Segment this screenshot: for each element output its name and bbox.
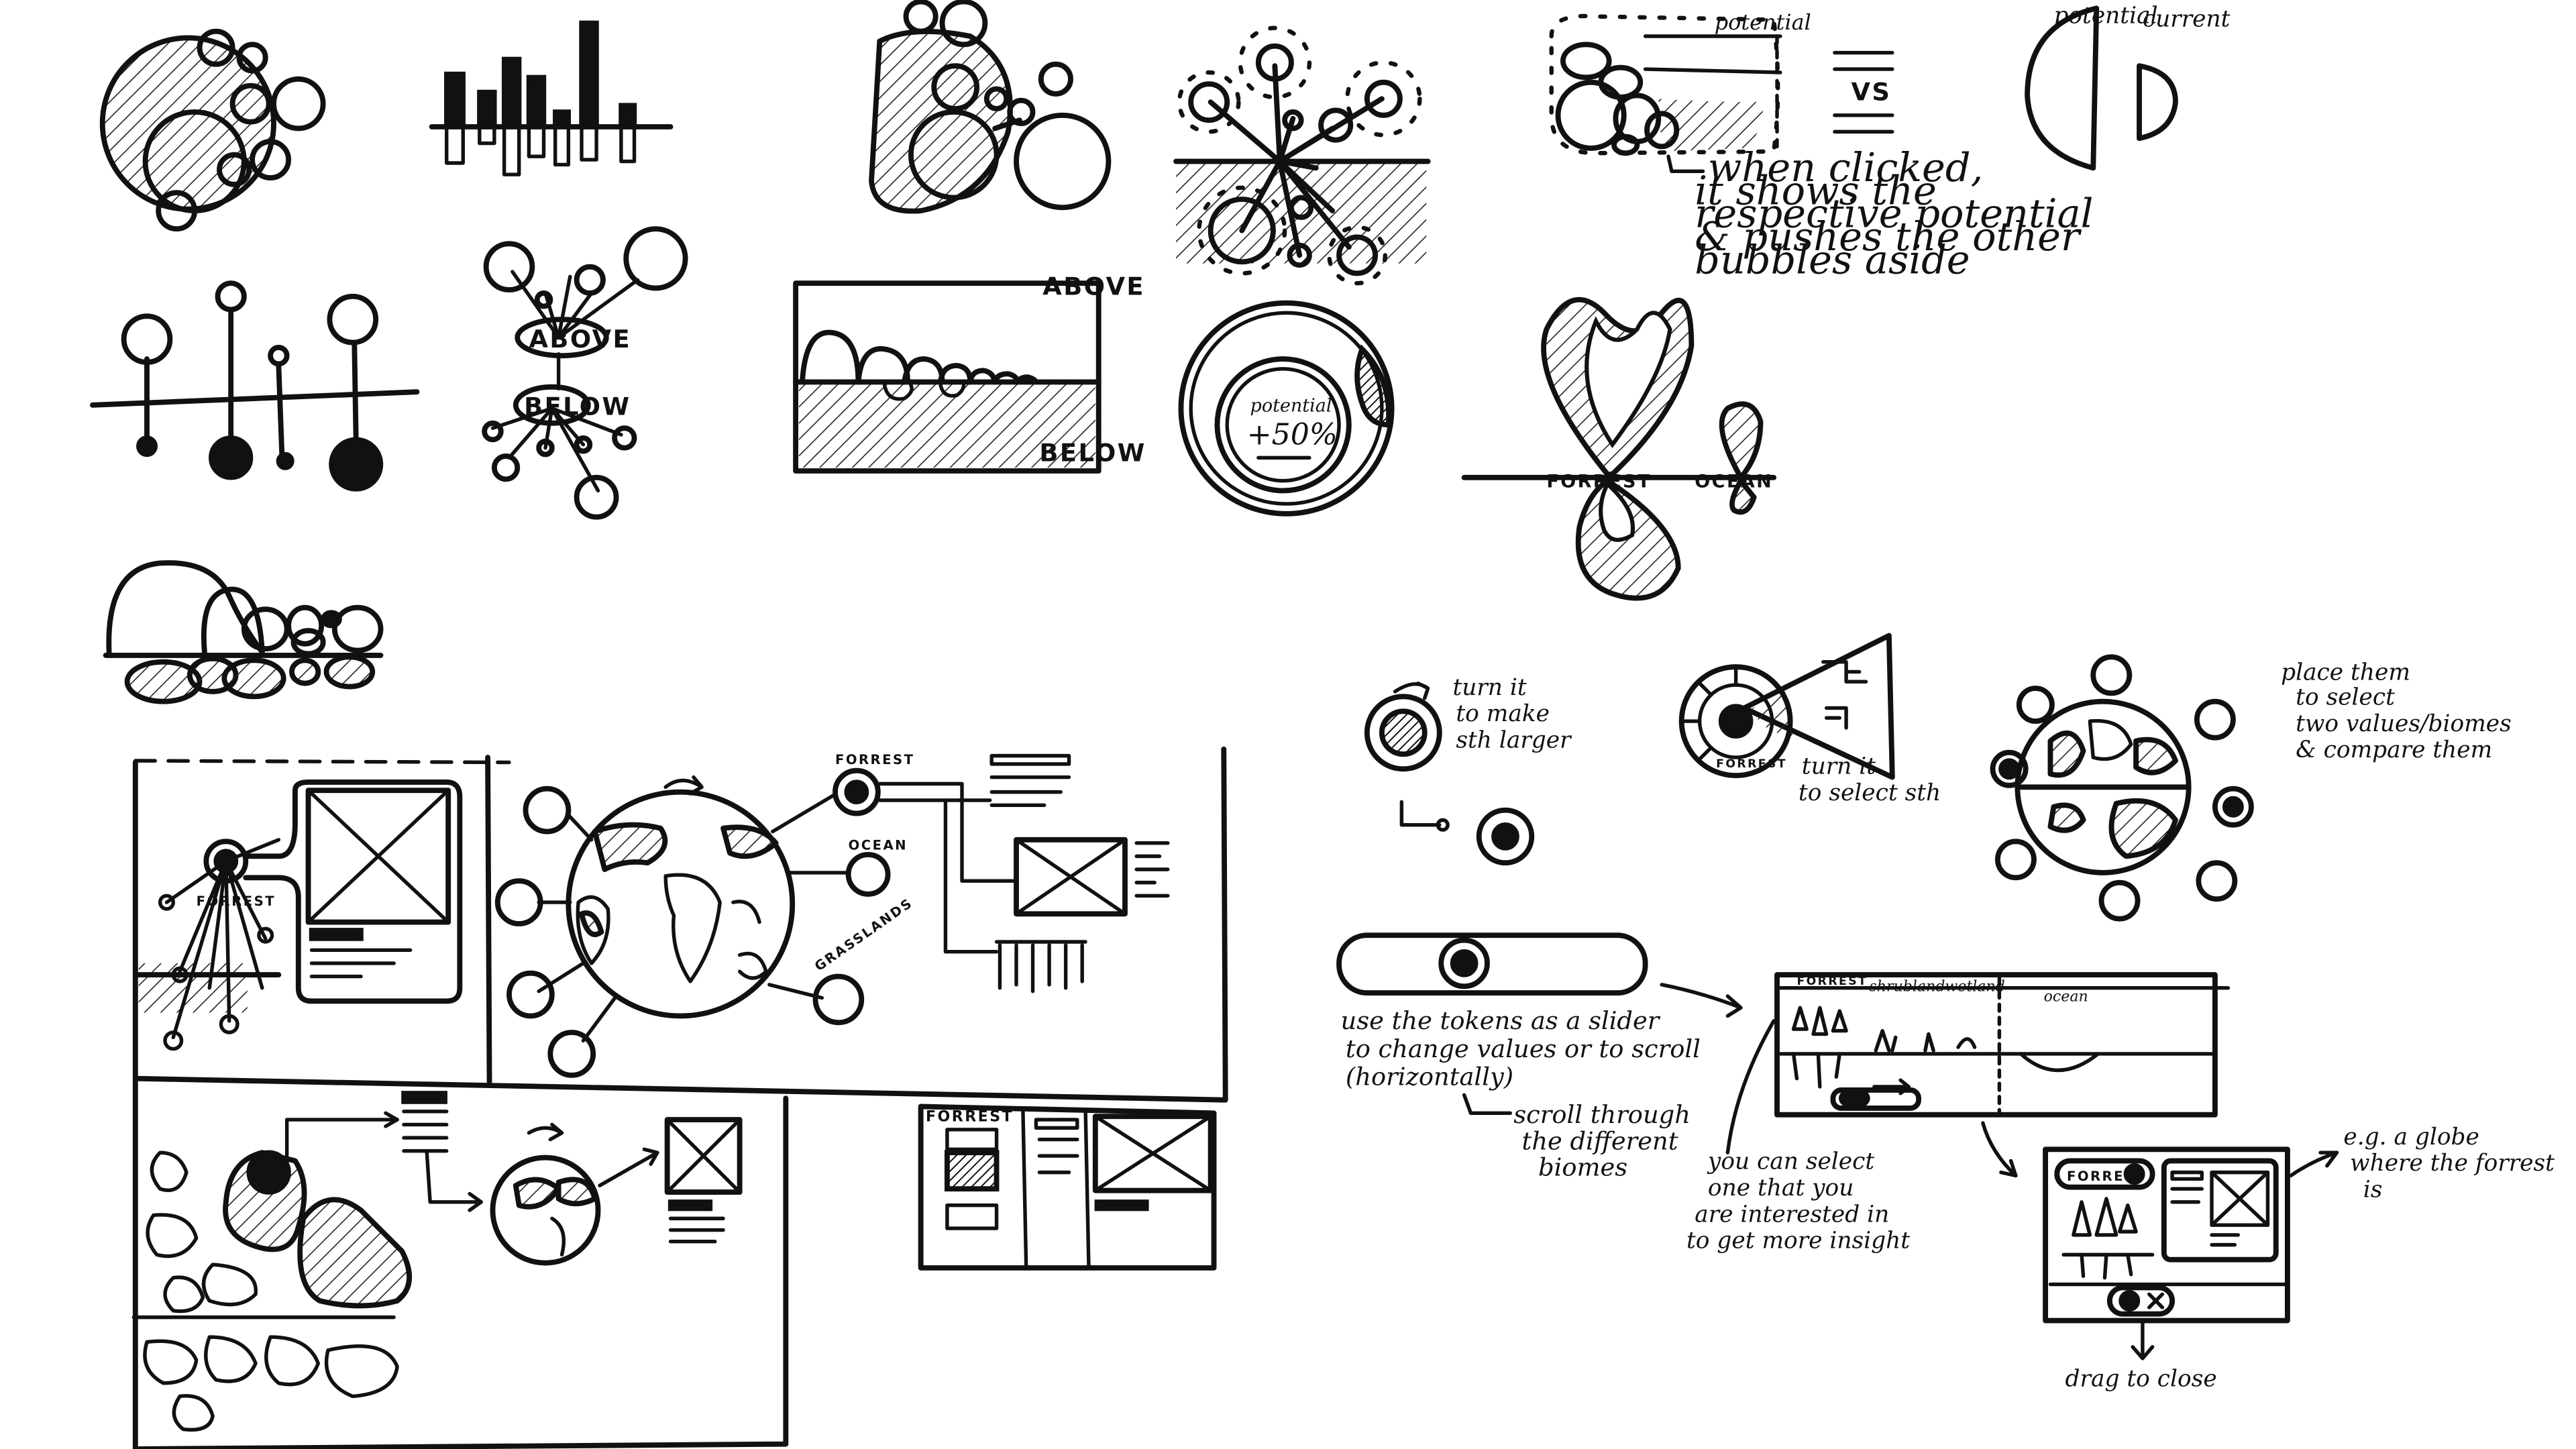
sketch-lollipops (90, 280, 420, 492)
sketch-above-below-map: ABOVE BELOW (482, 226, 688, 520)
note-use-tokens: use the tokens as a slider to change val… (1341, 1006, 1709, 1091)
sketch-slider-token: use the tokens as a slider to change val… (1336, 932, 1743, 1182)
sketch-bubble-circle (99, 28, 326, 232)
label-scroller-shrubland: shrubland (1869, 978, 1945, 996)
label-vs: VS (1851, 78, 1891, 107)
sketch-forrest-card-layout: FORREST (918, 1104, 1217, 1271)
label-strip-below: BELOW (1039, 438, 1146, 467)
note-globe: e.g. a globe where the forrest is (2343, 1124, 2562, 1203)
note-turn-larger: turn it to make sth larger (1452, 674, 1572, 754)
label-current-sphere: current (2143, 5, 2231, 32)
label-ring-plus50: +50% (1247, 418, 1338, 452)
label-strip-above: ABOVE (1042, 272, 1145, 301)
sketch-bubble-panel (131, 1075, 789, 1449)
sketch-figure-eight: FORREST OCEAN (1461, 297, 1777, 601)
note-when-clicked: when clicked, it shows the respective po… (1695, 144, 2106, 282)
note-turn-select: turn it to select sth (1799, 753, 1941, 806)
sketch-split-sphere: potential current (2025, 2, 2231, 171)
label-panel1-ocean: OCEAN (849, 838, 908, 853)
label-figure8-ocean: OCEAN (1695, 472, 1773, 492)
label-ring-potential: potential (1250, 396, 1332, 417)
sketch-sheet: potential VS when clicked, it shows the … (0, 0, 2576, 1449)
note-scroll-through: scroll through the different biomes (1513, 1100, 1698, 1182)
note-drag-close: drag to close (2065, 1366, 2217, 1393)
sketch-ring-potential: potential +50% (1178, 300, 1395, 517)
sketch-strip-chart: ABOVE BELOW (793, 272, 1146, 474)
label-above: ABOVE (529, 325, 631, 354)
sketch-biome-scroller: FORREST shrubland wetland ocean you can … (1686, 972, 2231, 1254)
sketch-rotary-token: turn it to make sth larger (1364, 674, 1572, 866)
label-figure8-forrest: FORREST (1546, 472, 1651, 492)
sketch-globe-panel: FORREST FORREST OCEAN GRASSLANDS (132, 746, 1228, 1103)
sketch-compare-globe: place them to select two values/biomes &… (1990, 654, 2519, 922)
label-panel1-forrest: FORREST (197, 894, 276, 909)
label-potential-top: potential (1715, 9, 1811, 35)
sketch-root-network (1173, 25, 1431, 286)
sketch-hill-bubbles (103, 560, 384, 704)
sketch-dial-select: FORREST turn it to select sth (1678, 633, 1941, 806)
label-panel1-grasslands: GRASSLANDS (812, 895, 916, 974)
sketch-canvas: potential VS when clicked, it shows the … (90, 0, 2562, 1449)
sketch-cup-bubbles (869, 0, 1112, 214)
sketch-bar-chart (429, 20, 674, 176)
label-card-forrest: FORREST (926, 1108, 1014, 1126)
label-scroller-wetland: wetland (1945, 978, 2004, 996)
sketch-potential-vs: potential VS when clicked, it shows the … (1549, 9, 2106, 282)
sketch-detail-card: FORREST e.g. a globe where the forrest i… (2043, 1124, 2562, 1393)
note-place-them: place them to select two values/biomes &… (2281, 659, 2519, 763)
label-below: BELOW (524, 392, 631, 421)
label-dial-forrest: FORREST (1716, 757, 1787, 771)
label-panel1-forrest-node: FORREST (835, 752, 914, 767)
label-scroller-ocean: ocean (2044, 987, 2088, 1005)
note-you-can-select: you can select one that you are interest… (1686, 1148, 1910, 1254)
label-scroller-forrest: FORREST (1796, 975, 1868, 988)
